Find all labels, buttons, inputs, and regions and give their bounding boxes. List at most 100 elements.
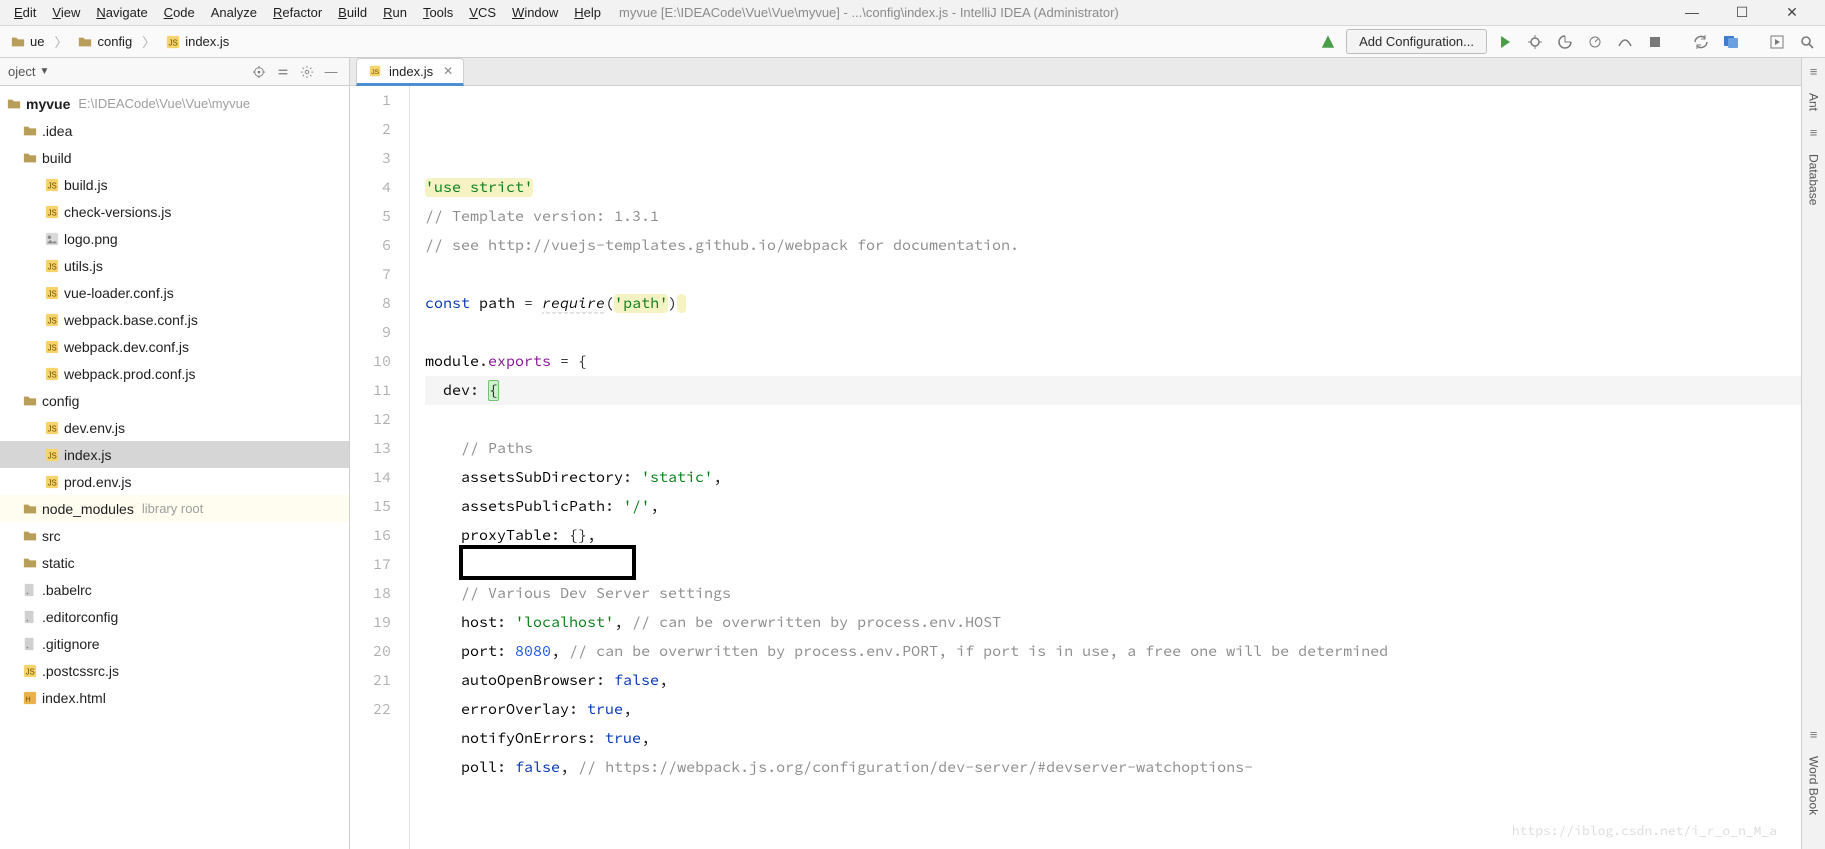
menu-vcs[interactable]: VCS	[461, 3, 504, 22]
folder-icon	[22, 393, 38, 409]
target-icon[interactable]	[249, 62, 269, 82]
tree-item[interactable]: config	[0, 387, 349, 414]
tree-item[interactable]: JS.postcssrc.js	[0, 657, 349, 684]
tree-item[interactable]: Hindex.html	[0, 684, 349, 711]
tree-item[interactable]: JSprod.env.js	[0, 468, 349, 495]
tree-item[interactable]: .idea	[0, 117, 349, 144]
attach-icon[interactable]	[1613, 30, 1637, 54]
tree-item[interactable]: .editorconfig	[0, 603, 349, 630]
code-line[interactable]: proxyTable: {},	[425, 521, 1801, 550]
tree-item-label: utils.js	[64, 258, 103, 274]
build-icon[interactable]	[1316, 30, 1340, 54]
toolwindow-database[interactable]: Database	[1807, 154, 1821, 205]
code-area[interactable]: 'use strict'// Template version: 1.3.1//…	[421, 86, 1801, 849]
run-icon[interactable]	[1493, 30, 1517, 54]
tree-item[interactable]: JSwebpack.dev.conf.js	[0, 333, 349, 360]
code-line[interactable]: // Various Dev Server settings	[425, 579, 1801, 608]
menu-analyze[interactable]: Analyze	[203, 3, 265, 22]
stop-icon[interactable]	[1643, 30, 1667, 54]
tree-item[interactable]: JSutils.js	[0, 252, 349, 279]
add-configuration-button[interactable]: Add Configuration...	[1346, 29, 1487, 54]
tree-item[interactable]: JSdev.env.js	[0, 414, 349, 441]
tree-item[interactable]: static	[0, 549, 349, 576]
tree-item[interactable]: .babelrc	[0, 576, 349, 603]
code-line[interactable]: // Template version: 1.3.1	[425, 202, 1801, 231]
code-line[interactable]: dev: {	[425, 376, 1801, 405]
project-panel-header[interactable]: oject ▼ —	[0, 58, 349, 86]
tree-item[interactable]: .gitignore	[0, 630, 349, 657]
code-line[interactable]: autoOpenBrowser: false,	[425, 666, 1801, 695]
tree-item[interactable]: node_moduleslibrary root	[0, 495, 349, 522]
database-icon[interactable]: ≡	[1810, 125, 1818, 140]
right-tool-strip: ≡ Ant ≡ Database ≡ Word Book	[1801, 58, 1825, 849]
code-line[interactable]: assetsPublicPath: '/',	[425, 492, 1801, 521]
code-line[interactable]: assetsSubDirectory: 'static',	[425, 463, 1801, 492]
breadcrumb-item[interactable]: JSindex.js	[161, 32, 233, 52]
toolwindow-ant[interactable]: Ant	[1807, 93, 1821, 111]
menu-edit[interactable]: Edit	[6, 3, 44, 22]
code-line[interactable]: notifyOnErrors: true,	[425, 724, 1801, 753]
menu-run[interactable]: Run	[375, 3, 415, 22]
menu-navigate[interactable]: Navigate	[88, 3, 155, 22]
tree-item-label: prod.env.js	[64, 474, 131, 490]
close-icon[interactable]: ✕	[443, 64, 453, 78]
code-line[interactable]	[425, 782, 1801, 811]
code-line[interactable]: poll: false, // https://webpack.js.org/c…	[425, 753, 1801, 782]
maximize-button[interactable]: ☐	[1727, 4, 1757, 21]
breadcrumb-separator: 〉	[52, 32, 69, 51]
minimize-button[interactable]: —	[1677, 4, 1707, 21]
profile-icon[interactable]	[1583, 30, 1607, 54]
code-line[interactable]	[425, 318, 1801, 347]
menu-window[interactable]: Window	[504, 3, 566, 22]
ant-icon[interactable]: ≡	[1810, 64, 1818, 79]
tree-item[interactable]: JSvue-loader.conf.js	[0, 279, 349, 306]
code-line[interactable]: module.exports = {	[425, 347, 1801, 376]
sync-icon[interactable]	[1689, 30, 1713, 54]
jsfile-icon: JS	[22, 663, 38, 679]
project-root[interactable]: myvue E:\IDEACode\Vue\Vue\myvue	[0, 90, 349, 117]
menu-tools[interactable]: Tools	[415, 3, 461, 22]
code-line[interactable]	[425, 550, 1801, 579]
tree-item[interactable]: JSwebpack.prod.conf.js	[0, 360, 349, 387]
code-line[interactable]: port: 8080, // can be overwritten by pro…	[425, 637, 1801, 666]
code-line[interactable]: errorOverlay: true,	[425, 695, 1801, 724]
menu-build[interactable]: Build	[330, 3, 375, 22]
tree-item[interactable]: JSwebpack.base.conf.js	[0, 306, 349, 333]
tree-item-label: build	[42, 150, 72, 166]
tree-item-label: .gitignore	[42, 636, 100, 652]
tree-item[interactable]: JSindex.js	[0, 441, 349, 468]
tree-item[interactable]: build	[0, 144, 349, 171]
tree-item[interactable]: JSbuild.js	[0, 171, 349, 198]
code-line[interactable]: const path = require('path')	[425, 289, 1801, 318]
toolwindow-wordbook[interactable]: Word Book	[1807, 756, 1821, 815]
search-icon[interactable]	[1795, 30, 1819, 54]
tree-item[interactable]: JScheck-versions.js	[0, 198, 349, 225]
code-line[interactable]: 'use strict'	[425, 173, 1801, 202]
debug-icon[interactable]	[1523, 30, 1547, 54]
gear-icon[interactable]	[297, 62, 317, 82]
menu-view[interactable]: View	[44, 3, 88, 22]
code-line[interactable]	[425, 260, 1801, 289]
code-line[interactable]: host: 'localhost', // can be overwritten…	[425, 608, 1801, 637]
menu-help[interactable]: Help	[566, 3, 609, 22]
translate-icon[interactable]	[1719, 30, 1743, 54]
expand-all-icon[interactable]	[273, 62, 293, 82]
breadcrumb-item[interactable]: config	[73, 32, 136, 52]
close-button[interactable]: ✕	[1777, 4, 1807, 21]
tree-item[interactable]: src	[0, 522, 349, 549]
menu-code[interactable]: Code	[156, 3, 203, 22]
editor-tab-index-js[interactable]: JS index.js ✕	[356, 58, 464, 86]
menu-refactor[interactable]: Refactor	[265, 3, 330, 22]
open-in-icon[interactable]	[1765, 30, 1789, 54]
code-line[interactable]: // see http://vuejs-templates.github.io/…	[425, 231, 1801, 260]
project-tree[interactable]: myvue E:\IDEACode\Vue\Vue\myvue .idea bui…	[0, 86, 349, 849]
coverage-icon[interactable]	[1553, 30, 1577, 54]
code-editor[interactable]: 12345678910111213141516171819202122 'use…	[350, 86, 1801, 849]
tree-item[interactable]: logo.png	[0, 225, 349, 252]
code-line[interactable]	[425, 405, 1801, 434]
jsfile-icon: JS	[367, 63, 383, 79]
code-line[interactable]: // Paths	[425, 434, 1801, 463]
hide-icon[interactable]: —	[321, 62, 341, 82]
breadcrumb-item[interactable]: ue	[6, 32, 48, 52]
wordbook-icon[interactable]: ≡	[1810, 727, 1818, 742]
